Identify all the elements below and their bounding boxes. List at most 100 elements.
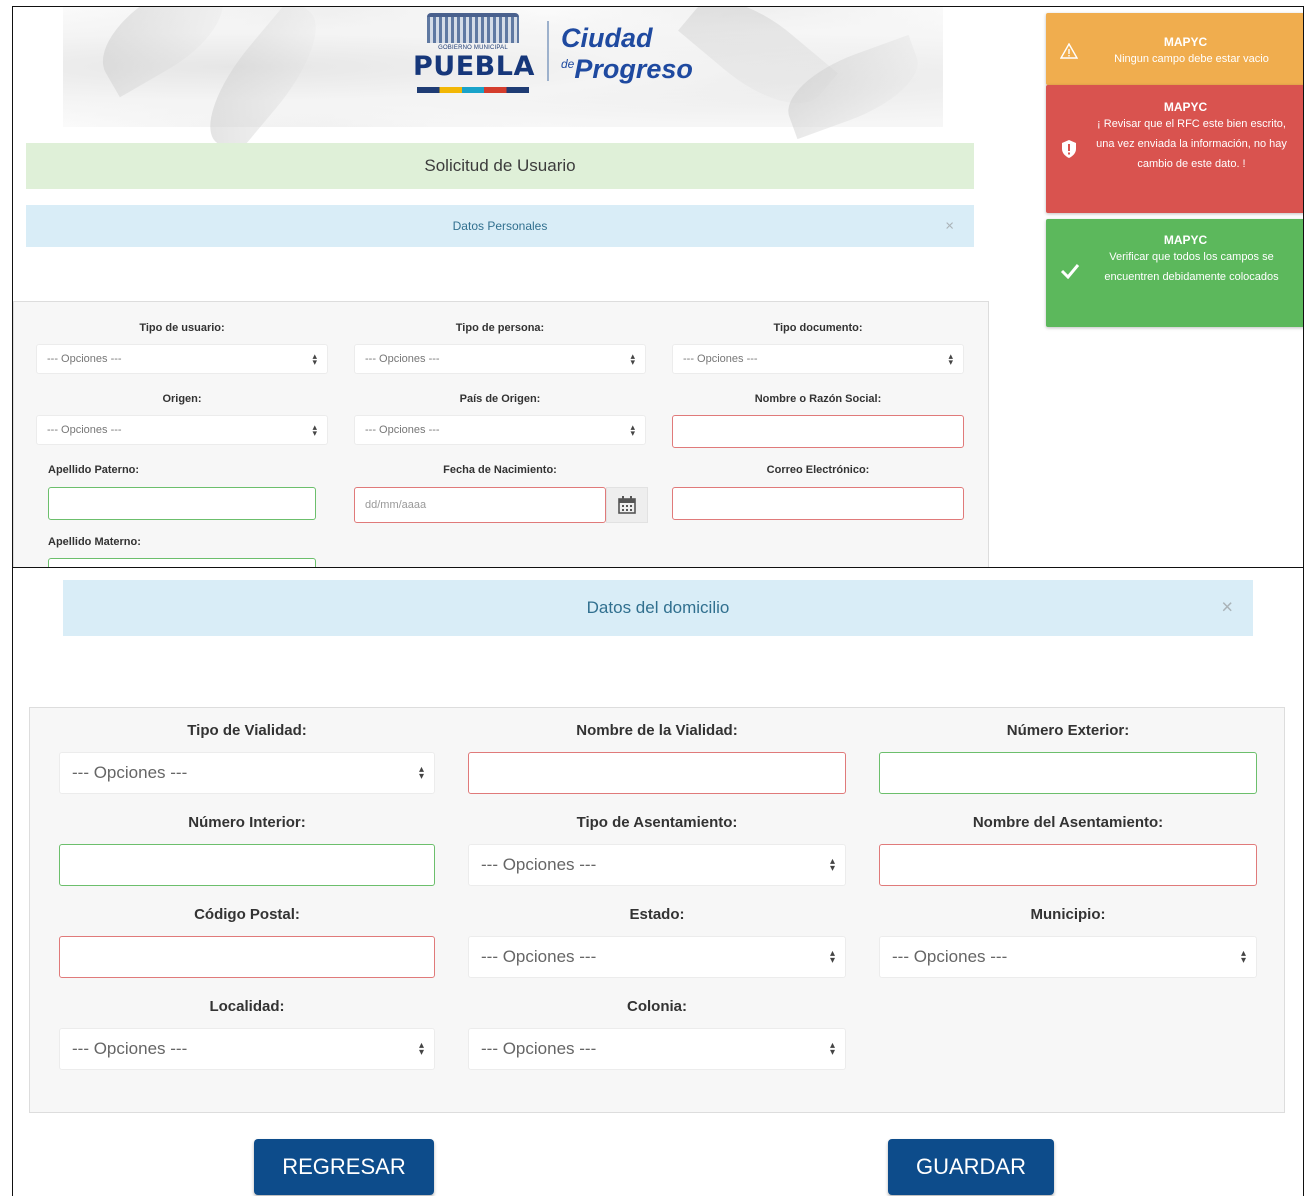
address-section-title: Datos del domicilio: [586, 598, 730, 617]
country-label: País de Origen:: [459, 393, 541, 405]
select-arrows-icon: ▴ ▾: [829, 1040, 835, 1058]
city-hall-icon: [427, 13, 519, 43]
colony-select[interactable]: --- Opciones --- ▴ ▾: [468, 1028, 846, 1070]
warning-icon: [1060, 43, 1078, 59]
road-type-value: --- Opciones ---: [72, 763, 188, 782]
request-title: Solicitud de Usuario: [424, 156, 576, 175]
maternal-surname-label: Apellido Materno:: [48, 536, 141, 548]
int-number-input[interactable]: [59, 844, 435, 886]
colony-label: Colonia:: [627, 998, 687, 1015]
country-value: --- Opciones ---: [365, 424, 440, 436]
personal-section-header: Datos Personales ×: [26, 205, 974, 247]
settlement-name-input[interactable]: [879, 844, 1257, 886]
success-notification[interactable]: MAPYC Verificar que todos los campos se …: [1046, 219, 1303, 327]
calendar-icon: [618, 496, 636, 514]
name-label: Nombre o Razón Social:: [754, 393, 882, 405]
calendar-button[interactable]: [606, 487, 648, 523]
select-arrows-icon: ▴ ▾: [829, 948, 835, 966]
email-input[interactable]: [672, 487, 964, 520]
select-arrows-icon: ▴ ▾: [418, 1040, 424, 1058]
select-arrows-icon: ▴ ▾: [312, 351, 317, 367]
locality-value: --- Opciones ---: [72, 1039, 188, 1058]
close-icon[interactable]: ×: [1221, 597, 1233, 620]
logo-color-strip: [417, 87, 529, 93]
document-type-value: --- Opciones ---: [683, 353, 758, 365]
settlement-type-select[interactable]: --- Opciones --- ▴ ▾: [468, 844, 846, 886]
shield-alert-icon: [1062, 140, 1076, 158]
warning-notification[interactable]: MAPYC Ningun campo debe estar vacio: [1046, 13, 1303, 85]
road-type-label: Tipo de Vialidad:: [187, 722, 307, 739]
back-button[interactable]: REGRESAR: [254, 1139, 434, 1195]
select-arrows-icon: ▴ ▾: [418, 764, 424, 782]
slogan-progreso: Progreso: [574, 54, 693, 84]
select-arrows-icon: ▴ ▾: [630, 351, 635, 367]
select-arrows-icon: ▴ ▾: [630, 422, 635, 438]
error-notification[interactable]: MAPYC ¡ Revisar que el RFC este bien esc…: [1046, 85, 1303, 213]
origin-value: --- Opciones ---: [47, 424, 122, 436]
ext-number-label: Número Exterior:: [1006, 722, 1130, 739]
state-value: --- Opciones ---: [481, 947, 597, 966]
slogan-line2: deProgreso: [561, 51, 693, 84]
user-type-value: --- Opciones ---: [47, 353, 122, 365]
road-name-label: Nombre de la Vialidad:: [576, 722, 738, 739]
document-type-label: Tipo documento:: [773, 322, 863, 334]
settlement-type-label: Tipo de Asentamiento:: [576, 814, 738, 831]
person-type-label: Tipo de persona:: [455, 322, 545, 334]
select-arrows-icon: ▴ ▾: [312, 422, 317, 438]
road-type-select[interactable]: --- Opciones --- ▴ ▾: [59, 752, 435, 794]
municipality-select[interactable]: --- Opciones --- ▴ ▾: [879, 936, 1257, 978]
municipality-label: Municipio:: [1030, 906, 1106, 923]
check-icon: [1060, 264, 1080, 279]
paternal-surname-label: Apellido Paterno:: [48, 464, 140, 476]
address-section-header: Datos del domicilio ×: [63, 580, 1253, 636]
select-arrows-icon: ▴ ▾: [829, 856, 835, 874]
origin-select[interactable]: --- Opciones --- ▴ ▾: [36, 415, 328, 445]
city-name: PUEBLA: [413, 51, 535, 82]
notification-title: MAPYC: [1163, 233, 1208, 247]
birthdate-label: Fecha de Nacimiento:: [443, 464, 557, 476]
personal-data-panel: Tipo de usuario: --- Opciones --- ▴ ▾ Tip…: [13, 301, 989, 570]
bottom-screenshot-frame: Datos del domicilio × Tipo de Vialidad: …: [12, 567, 1304, 1196]
state-label: Estado:: [629, 906, 685, 923]
notification-message: ¡ Revisar que el RFC este bien escrito, …: [1096, 118, 1287, 170]
email-label: Correo Electrónico:: [766, 464, 870, 476]
slogan-de: de: [561, 57, 575, 71]
locality-select[interactable]: --- Opciones --- ▴ ▾: [59, 1028, 435, 1070]
ext-number-input[interactable]: [879, 752, 1257, 794]
road-name-input[interactable]: [468, 752, 846, 794]
name-input[interactable]: [672, 415, 964, 448]
settlement-type-value: --- Opciones ---: [481, 855, 597, 874]
notification-title: MAPYC: [1163, 35, 1208, 49]
select-arrows-icon: ▴ ▾: [1240, 948, 1246, 966]
select-arrows-icon: ▴ ▾: [948, 351, 953, 367]
slogan-logo: Ciudad deProgreso: [561, 23, 693, 84]
header-banner: GOBIERNO MUNICIPAL PUEBLA Ciudad deProgr…: [63, 7, 943, 158]
int-number-label: Número Interior:: [188, 814, 306, 831]
slogan-line1: Ciudad: [561, 23, 653, 53]
paternal-surname-input[interactable]: [48, 487, 316, 520]
document-type-select[interactable]: --- Opciones --- ▴ ▾: [672, 344, 964, 374]
save-button[interactable]: GUARDAR: [888, 1139, 1054, 1195]
country-select[interactable]: --- Opciones --- ▴ ▾: [354, 415, 646, 445]
user-type-select[interactable]: --- Opciones --- ▴ ▾: [36, 344, 328, 374]
address-data-panel: Tipo de Vialidad: --- Opciones --- ▴ ▾ No…: [29, 707, 1285, 1113]
birthdate-input[interactable]: dd/mm/aaaa: [354, 487, 606, 523]
request-title-bar: Solicitud de Usuario: [26, 143, 974, 189]
puebla-logo: GOBIERNO MUNICIPAL PUEBLA: [413, 13, 535, 95]
personal-section-title: Datos Personales: [452, 219, 548, 233]
notification-title: MAPYC: [1163, 100, 1208, 114]
banner-leaf-decoration: [84, 7, 242, 98]
close-icon[interactable]: ×: [945, 218, 954, 235]
zip-code-label: Código Postal:: [194, 906, 300, 923]
notification-message: Verificar que todos los campos se encuen…: [1104, 251, 1279, 283]
settlement-name-label: Nombre del Asentamiento:: [972, 814, 1164, 831]
municipality-value: --- Opciones ---: [892, 947, 1008, 966]
person-type-select[interactable]: --- Opciones --- ▴ ▾: [354, 344, 646, 374]
zip-code-input[interactable]: [59, 936, 435, 978]
state-select[interactable]: --- Opciones --- ▴ ▾: [468, 936, 846, 978]
birthdate-placeholder: dd/mm/aaaa: [365, 499, 427, 511]
top-screenshot-frame: GOBIERNO MUNICIPAL PUEBLA Ciudad deProgr…: [12, 6, 1304, 570]
locality-label: Localidad:: [209, 998, 285, 1015]
origin-label: Origen:: [162, 393, 202, 405]
user-type-label: Tipo de usuario:: [139, 322, 225, 334]
